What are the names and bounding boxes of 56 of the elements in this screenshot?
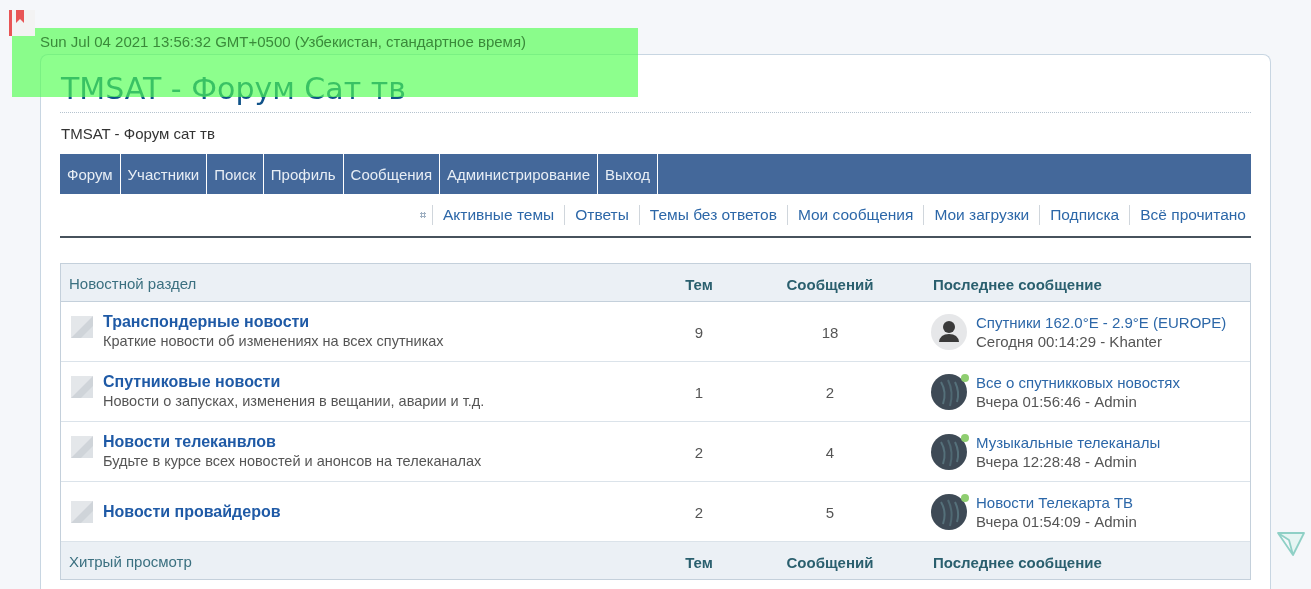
forum-icon (71, 436, 93, 458)
forum-title[interactable]: Новости провайдеров (103, 501, 281, 522)
forum-description: Новости о запусках, изменения в вещании, аварии и т.д. (103, 392, 485, 411)
topic-count: 1 (693, 383, 705, 401)
avatar (931, 493, 967, 530)
nav-item[interactable]: Форум (60, 154, 121, 194)
quick-link[interactable]: Активные темы (432, 205, 565, 225)
post-count: 2 (824, 383, 836, 401)
last-post-meta: Сегодня 00:14:29 - Khanter (976, 331, 1163, 351)
nav-item[interactable]: Сообщения (343, 154, 440, 194)
topic-count: 2 (693, 503, 705, 521)
forum-title[interactable]: Новости телеканвлов (103, 432, 482, 452)
quick-link[interactable]: Мои загрузки (923, 205, 1040, 225)
bookmark-icon[interactable] (9, 10, 35, 36)
column-header: Сообщений (785, 275, 875, 293)
forum-description: Будьте в курсе всех новостей и анонсов на телеканалах (103, 452, 482, 471)
post-count: 5 (824, 503, 836, 521)
forum-icon (71, 376, 93, 398)
nav-item[interactable]: Выход (598, 154, 658, 194)
last-post-title[interactable]: Все о спутникковых новостях (976, 372, 1180, 392)
nav-item[interactable]: Профиль (263, 154, 344, 194)
quick-link[interactable]: Темы без ответов (638, 205, 787, 225)
topic-count: 9 (693, 323, 705, 341)
last-post-title[interactable]: Спутники 162.0°E - 2.9°E (EUROPE) (976, 312, 1227, 332)
last-post-title[interactable]: Музыкальные телеканалы (976, 432, 1161, 452)
nav-item[interactable]: Поиск (207, 154, 264, 194)
quick-link[interactable]: Подписка (1039, 205, 1130, 225)
quick-link[interactable]: Мои сообщения (786, 205, 924, 225)
column-header: Сообщений (785, 553, 875, 571)
last-post-meta: Вчера 01:54:09 - Admin (976, 511, 1137, 531)
site-description: TMSAT - Форум сат тв (61, 125, 216, 142)
last-post-meta: Вчера 01:56:46 - Admin (976, 391, 1138, 411)
category-title[interactable]: Хитрый просмотр (61, 551, 661, 570)
grip-icon (420, 212, 426, 218)
column-header: Тем (684, 553, 714, 571)
column-header: Последнее сообщение (932, 275, 1103, 293)
avatar (931, 433, 967, 470)
post-count: 4 (824, 443, 836, 461)
category-title[interactable]: Новостной раздел (61, 273, 661, 292)
last-post-meta: Вчера 12:28:48 - Admin (976, 451, 1138, 471)
date-time: Sun Jul 04 2021 13:56:32 GMT+0500 (Узбекистан, стандартное время) (39, 32, 528, 50)
nav-item[interactable]: Администрирование (440, 154, 599, 194)
post-count: 18 (820, 323, 840, 341)
forum-title[interactable]: Спутниковые новости (103, 372, 485, 392)
topic-count: 2 (693, 443, 705, 461)
forum-icon (71, 316, 93, 338)
forum-title[interactable]: Транспондерные новости (103, 312, 444, 332)
forum-description: Краткие новости об изменениях на всех спутниках (103, 332, 444, 351)
last-post-title[interactable]: Новости Телекарта ТВ (976, 492, 1137, 512)
column-header: Последнее сообщение (932, 553, 1103, 571)
column-header: Тем (684, 275, 714, 293)
forum-icon (71, 500, 93, 523)
quick-link[interactable]: Ответы (564, 205, 639, 225)
avatar (931, 373, 967, 410)
nav-item[interactable]: Участники (120, 154, 208, 194)
quick-link[interactable]: Всё прочитано (1129, 205, 1246, 225)
